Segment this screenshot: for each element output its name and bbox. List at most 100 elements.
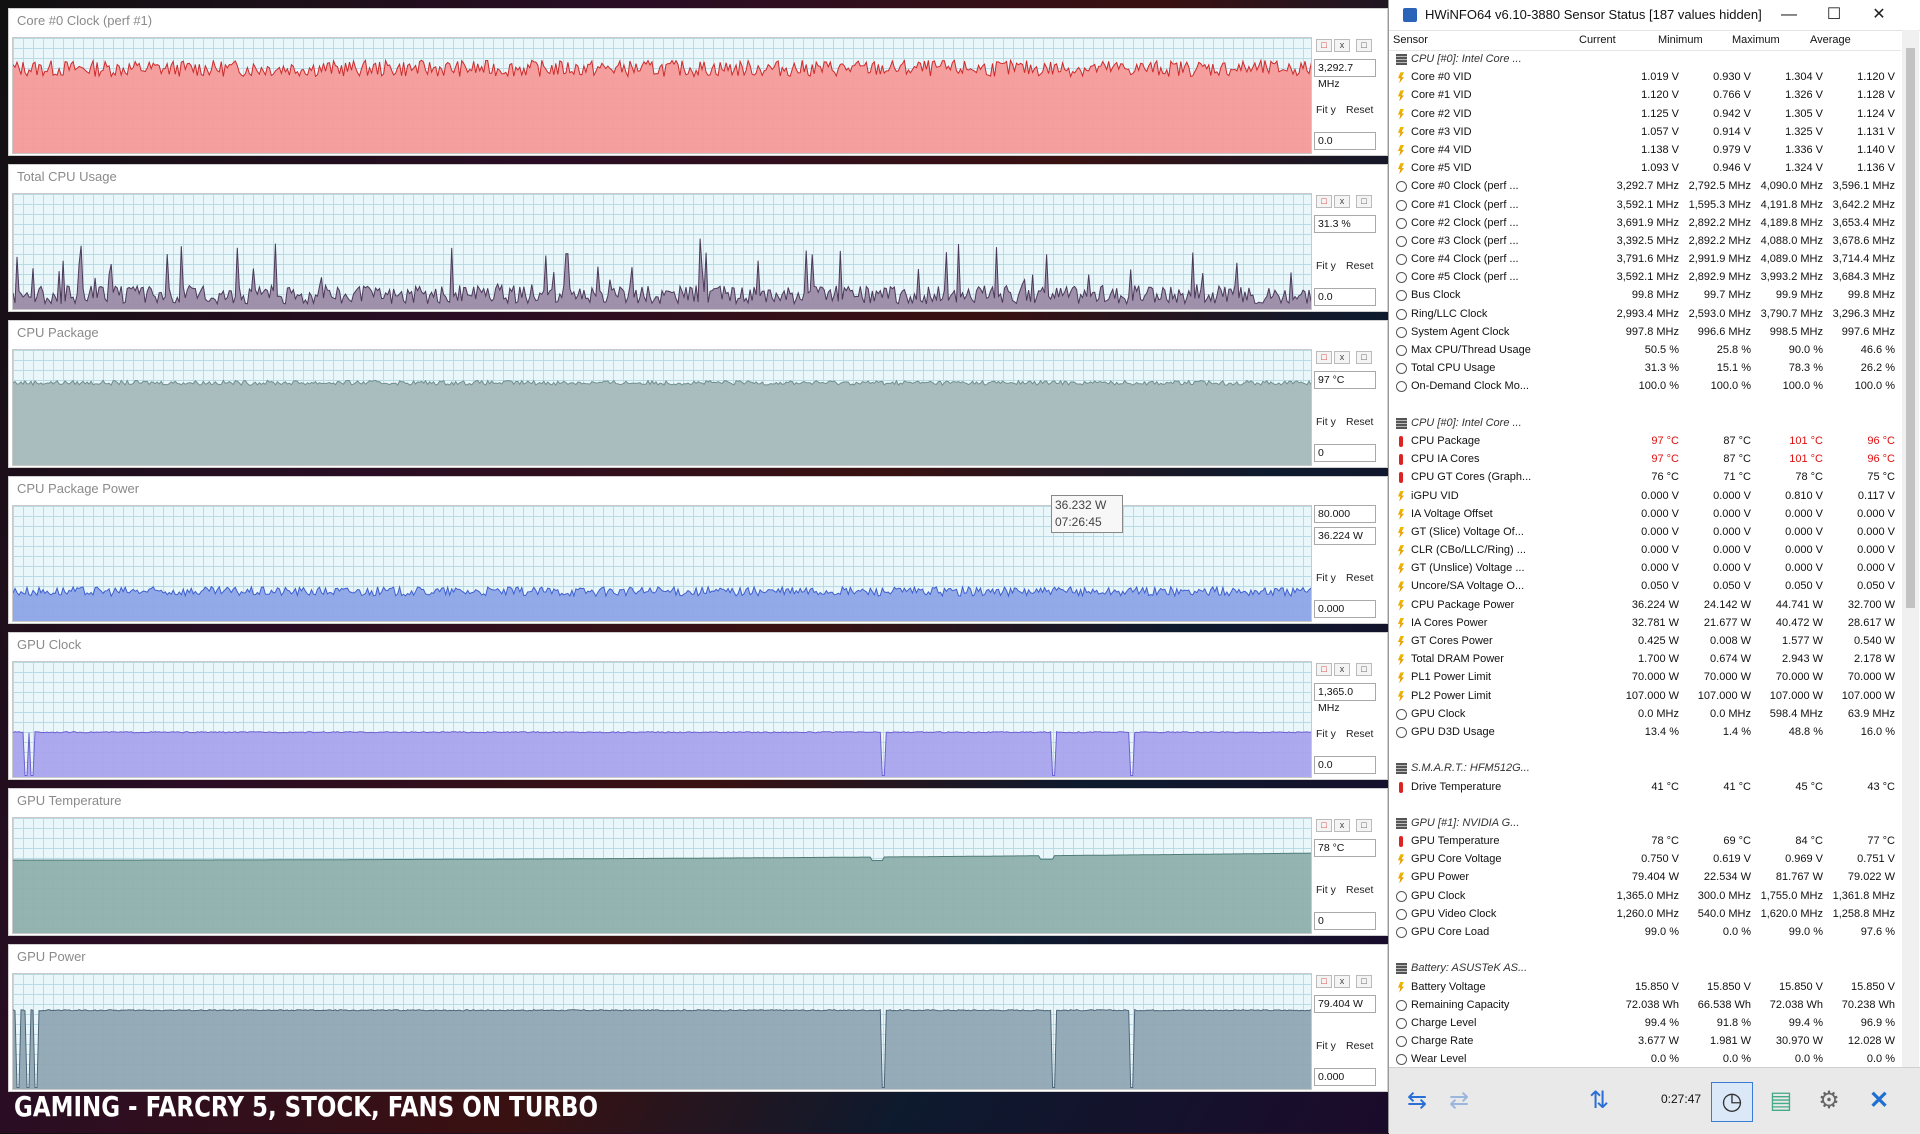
fit-y-button[interactable]: Fit y	[1316, 100, 1336, 120]
network-icon[interactable]: ⇅	[1579, 1082, 1619, 1120]
graph-options-button[interactable]: □	[1356, 819, 1372, 832]
sensor-row[interactable]: GPU Core Load 99.0 % 0.0 % 99.0 % 97.6 %	[1389, 924, 1901, 942]
sensor-row[interactable]: GT (Unslice) Voltage ... 0.000 V 0.000 V 0.…	[1389, 560, 1901, 578]
graph-options-button[interactable]: □	[1356, 39, 1372, 52]
fit-y-button[interactable]: Fit y	[1316, 1036, 1336, 1056]
color-swatch-icon[interactable]: □	[1316, 195, 1332, 208]
sensor-row[interactable]: Core #1 VID 1.120 V 0.766 V 1.326 V 1.128 V	[1389, 87, 1901, 105]
sensor-group-header[interactable]: GPU [#1]: NVIDIA G...	[1389, 815, 1901, 833]
col-current[interactable]: Current	[1579, 34, 1616, 46]
close-graph-button[interactable]: x	[1334, 663, 1350, 676]
close-graph-button[interactable]: x	[1334, 975, 1350, 988]
sensor-row[interactable]: CPU Package Power 36.224 W 24.142 W 44.741 …	[1389, 597, 1901, 615]
sensor-row[interactable]: Charge Level 99.4 % 91.8 % 99.4 % 96.9 %	[1389, 1015, 1901, 1033]
fit-y-button[interactable]: Fit y	[1316, 412, 1336, 432]
clock-icon[interactable]: ◷	[1711, 1082, 1753, 1122]
close-window-button[interactable]: ✕	[1859, 3, 1899, 27]
nav-right-icon[interactable]: ⇄	[1439, 1082, 1479, 1120]
sensor-row[interactable]: GT Cores Power 0.425 W 0.008 W 1.577 W 0.540…	[1389, 633, 1901, 651]
sensor-row[interactable]: GPU Temperature 78 °C 69 °C 84 °C 77 °C	[1389, 833, 1901, 851]
sensor-group-header[interactable]: S.M.A.R.T.: HFM512G...	[1389, 760, 1901, 778]
sensor-group-header[interactable]: CPU [#0]: Intel Core ...	[1389, 51, 1901, 69]
sensor-row[interactable]: IA Voltage Offset 0.000 V 0.000 V 0.000 V 0.…	[1389, 506, 1901, 524]
sensor-row[interactable]: PL2 Power Limit 107.000 W 107.000 W 107.000…	[1389, 688, 1901, 706]
reset-button[interactable]: Reset	[1346, 1036, 1373, 1056]
color-swatch-icon[interactable]: □	[1316, 351, 1332, 364]
scrollbar-thumb[interactable]	[1906, 48, 1915, 608]
reset-button[interactable]: Reset	[1346, 724, 1373, 744]
fit-y-button[interactable]: Fit y	[1316, 568, 1336, 588]
sensor-row[interactable]: Core #1 Clock (perf ... 3,592.1 MHz 1,595.…	[1389, 197, 1901, 215]
sensor-row[interactable]: CPU IA Cores 97 °C 87 °C 101 °C 96 °C	[1389, 451, 1901, 469]
sensor-row[interactable]: Core #4 Clock (perf ... 3,791.6 MHz 2,991.…	[1389, 251, 1901, 269]
sensor-row[interactable]: Core #5 Clock (perf ... 3,592.1 MHz 2,892.…	[1389, 269, 1901, 287]
vertical-scrollbar[interactable]	[1902, 30, 1919, 1067]
close-graph-button[interactable]: x	[1334, 195, 1350, 208]
sensor-row[interactable]: Core #3 Clock (perf ... 3,392.5 MHz 2,892.…	[1389, 233, 1901, 251]
close-graph-button[interactable]: x	[1334, 819, 1350, 832]
sensor-row[interactable]: GPU Power 79.404 W 22.534 W 81.767 W 79.022 …	[1389, 869, 1901, 887]
sensor-row[interactable]: Core #0 Clock (perf ... 3,292.7 MHz 2,792.…	[1389, 178, 1901, 196]
col-sensor[interactable]: Sensor	[1393, 34, 1428, 46]
sensor-row[interactable]: IA Cores Power 32.781 W 21.677 W 40.472 W 28…	[1389, 615, 1901, 633]
color-swatch-icon[interactable]: □	[1316, 663, 1332, 676]
sensor-row[interactable]: System Agent Clock 997.8 MHz 996.6 MHz 998.…	[1389, 324, 1901, 342]
graph-options-button[interactable]: □	[1356, 195, 1372, 208]
col-minimum[interactable]: Minimum	[1658, 34, 1703, 46]
sensor-row[interactable]: Ring/LLC Clock 2,993.4 MHz 2,593.0 MHz 3,79…	[1389, 306, 1901, 324]
sensor-row[interactable]: Remaining Capacity 72.038 Wh 66.538 Wh 72.0…	[1389, 997, 1901, 1015]
sensor-row[interactable]: iGPU VID 0.000 V 0.000 V 0.810 V 0.117 V	[1389, 488, 1901, 506]
color-swatch-icon[interactable]: □	[1316, 819, 1332, 832]
maximize-button[interactable]: ☐	[1814, 3, 1854, 27]
sensor-group-header[interactable]: CPU [#0]: Intel Core ...	[1389, 415, 1901, 433]
reset-button[interactable]: Reset	[1346, 880, 1373, 900]
graph-options-button[interactable]: □	[1356, 351, 1372, 364]
fit-y-button[interactable]: Fit y	[1316, 724, 1336, 744]
sensor-row[interactable]: Max CPU/Thread Usage 50.5 % 25.8 % 90.0 % 46…	[1389, 342, 1901, 360]
reset-button[interactable]: Reset	[1346, 568, 1373, 588]
hwinfo-titlebar[interactable]: HWiNFO64 v6.10-3880 Sensor Status [187 v…	[1389, 0, 1920, 31]
col-maximum[interactable]: Maximum	[1732, 34, 1780, 46]
nav-left-icon[interactable]: ⇆	[1397, 1082, 1437, 1120]
color-swatch-icon[interactable]: □	[1316, 39, 1332, 52]
sensor-row[interactable]: Core #2 Clock (perf ... 3,691.9 MHz 2,892.…	[1389, 215, 1901, 233]
sensor-row[interactable]: Drive Temperature 41 °C 41 °C 45 °C 43 °C	[1389, 779, 1901, 797]
sensor-row[interactable]: PL1 Power Limit 70.000 W 70.000 W 70.000 W 7…	[1389, 669, 1901, 687]
sensor-group-header[interactable]: Battery: ASUSTeK AS...	[1389, 960, 1901, 978]
sensor-row[interactable]: CPU GT Cores (Graph... 76 °C 71 °C 78 °C 75 …	[1389, 469, 1901, 487]
col-average[interactable]: Average	[1810, 34, 1851, 46]
close-graph-button[interactable]: x	[1334, 39, 1350, 52]
color-swatch-icon[interactable]: □	[1316, 975, 1332, 988]
sensor-row[interactable]: Bus Clock 99.8 MHz 99.7 MHz 99.9 MHz 99.8 MH…	[1389, 287, 1901, 305]
sensor-row[interactable]: GPU D3D Usage 13.4 % 1.4 % 48.8 % 16.0 %	[1389, 724, 1901, 742]
fit-y-button[interactable]: Fit y	[1316, 880, 1336, 900]
close-icon[interactable]: ✕	[1859, 1082, 1899, 1120]
close-graph-button[interactable]: x	[1334, 351, 1350, 364]
sensor-row[interactable]: CPU Package 97 °C 87 °C 101 °C 96 °C	[1389, 433, 1901, 451]
sensor-row[interactable]: On-Demand Clock Mo... 100.0 % 100.0 % 100.0…	[1389, 378, 1901, 396]
graph-options-button[interactable]: □	[1356, 975, 1372, 988]
sensor-row[interactable]: Total DRAM Power 1.700 W 0.674 W 2.943 W 2.1…	[1389, 651, 1901, 669]
sensor-row[interactable]: Wear Level 0.0 % 0.0 % 0.0 % 0.0 %	[1389, 1051, 1901, 1067]
fit-y-button[interactable]: Fit y	[1316, 256, 1336, 276]
sensor-row[interactable]: Charge Rate 3.677 W 1.981 W 30.970 W 12.028 …	[1389, 1033, 1901, 1051]
reset-button[interactable]: Reset	[1346, 256, 1373, 276]
settings-icon[interactable]: ⚙	[1809, 1082, 1849, 1120]
sensor-row[interactable]: Core #3 VID 1.057 V 0.914 V 1.325 V 1.131 V	[1389, 124, 1901, 142]
sensor-row[interactable]: GT (Slice) Voltage Of... 0.000 V 0.000 V 0.…	[1389, 524, 1901, 542]
sensor-row[interactable]: Total CPU Usage 31.3 % 15.1 % 78.3 % 26.2 %	[1389, 360, 1901, 378]
sensor-row[interactable]: Uncore/SA Voltage O... 0.050 V 0.050 V 0.05…	[1389, 578, 1901, 596]
sensor-row[interactable]: Core #5 VID 1.093 V 0.946 V 1.324 V 1.136 V	[1389, 160, 1901, 178]
sensor-row[interactable]: GPU Clock 1,365.0 MHz 300.0 MHz 1,755.0 MHz…	[1389, 888, 1901, 906]
minimize-button[interactable]: —	[1769, 3, 1809, 27]
graph-options-button[interactable]: □	[1356, 663, 1372, 676]
sensor-row[interactable]: Battery Voltage 15.850 V 15.850 V 15.850 V 1…	[1389, 979, 1901, 997]
sensor-row[interactable]: GPU Video Clock 1,260.0 MHz 540.0 MHz 1,620…	[1389, 906, 1901, 924]
sensor-row[interactable]: Core #0 VID 1.019 V 0.930 V 1.304 V 1.120 V	[1389, 69, 1901, 87]
sensor-row[interactable]: Core #2 VID 1.125 V 0.942 V 1.305 V 1.124 V	[1389, 106, 1901, 124]
sensor-row[interactable]: GPU Core Voltage 0.750 V 0.619 V 0.969 V 0.7…	[1389, 851, 1901, 869]
report-icon[interactable]: ▤	[1761, 1082, 1801, 1120]
sensor-row[interactable]: Core #4 VID 1.138 V 0.979 V 1.336 V 1.140 V	[1389, 142, 1901, 160]
sensor-row[interactable]: CLR (CBo/LLC/Ring) ... 0.000 V 0.000 V 0.00…	[1389, 542, 1901, 560]
reset-button[interactable]: Reset	[1346, 100, 1373, 120]
